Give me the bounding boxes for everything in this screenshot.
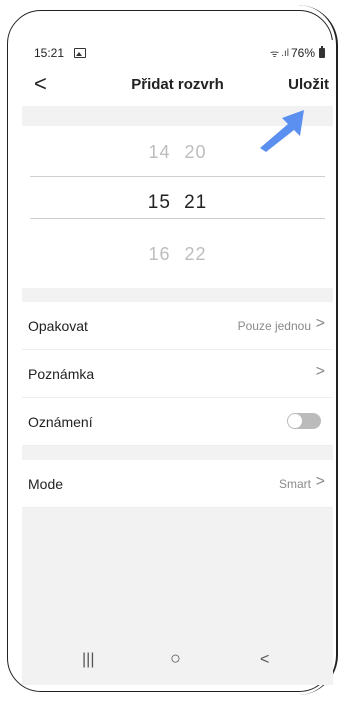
nav-back-button[interactable]: < — [260, 651, 269, 669]
notification-toggle[interactable] — [287, 413, 321, 429]
pointer-arrow-icon — [260, 110, 304, 152]
hour-below[interactable]: 16 — [144, 244, 174, 265]
mode-row[interactable]: Mode Smart > — [22, 460, 333, 508]
mode-label: Mode — [28, 476, 64, 492]
selection-line-bottom — [30, 218, 325, 219]
chevron-right-icon: > — [315, 363, 325, 380]
minute-selected[interactable]: 21 — [181, 192, 211, 214]
section-spacer — [22, 288, 333, 302]
hour-above[interactable]: 14 — [144, 142, 174, 163]
picker-row-selected[interactable]: 15 21 — [22, 192, 333, 214]
notification-row: Oznámení — [22, 398, 333, 446]
picker-row-below[interactable]: 16 22 — [22, 244, 333, 265]
chevron-right-icon: > — [315, 315, 325, 332]
minute-above[interactable]: 20 — [181, 142, 211, 163]
repeat-row[interactable]: Opakovat Pouze jednou > — [22, 302, 333, 350]
gallery-icon — [74, 48, 86, 58]
empty-area — [22, 508, 333, 640]
save-button[interactable]: Uložit — [288, 76, 329, 93]
signal-icon: .ıl — [281, 47, 289, 59]
header: < Přidat rozvrh Uložit — [22, 68, 333, 106]
selection-line-top — [30, 176, 325, 177]
mode-value: Smart — [278, 477, 311, 491]
note-label: Poznámka — [28, 366, 95, 382]
repeat-label: Opakovat — [28, 318, 88, 334]
repeat-value: Pouze jednou — [237, 319, 311, 333]
arrow-shape — [260, 110, 304, 152]
minute-below[interactable]: 22 — [181, 244, 211, 265]
wifi-icon: ᯤ — [270, 49, 280, 60]
page-title: Přidat rozvrh — [131, 76, 224, 93]
battery-icon — [319, 46, 325, 58]
chevron-right-icon: > — [315, 473, 325, 490]
status-right: ᯤ .ıl 76% — [270, 46, 325, 60]
toggle-knob — [288, 414, 302, 428]
home-button[interactable]: ○ — [170, 648, 181, 669]
notification-label: Oznámení — [28, 414, 93, 430]
battery-level: 76% — [290, 46, 315, 60]
status-time: 15:21 — [34, 46, 65, 60]
note-row[interactable]: Poznámka > — [22, 350, 333, 398]
navigation-bar: ||| ○ < — [22, 640, 333, 685]
section-spacer-2 — [22, 446, 333, 460]
status-bar: 15:21 ᯤ .ıl 76% — [22, 40, 333, 66]
recent-apps-button[interactable]: ||| — [82, 651, 94, 669]
hour-selected[interactable]: 15 — [144, 192, 174, 214]
